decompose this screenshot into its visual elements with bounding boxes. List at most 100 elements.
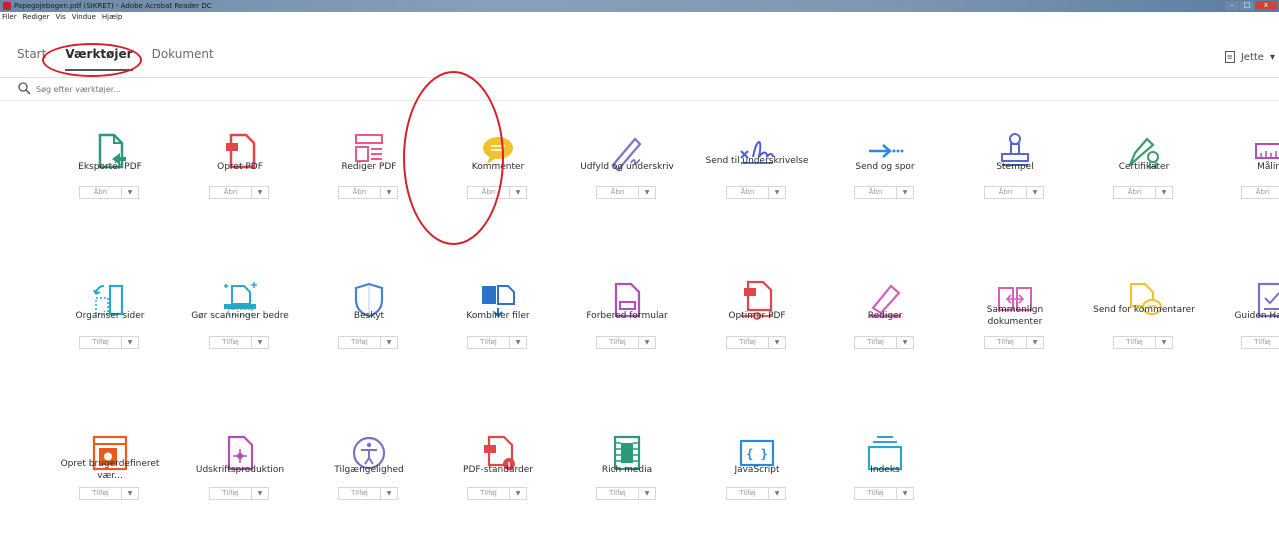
tool-tile[interactable]: Send til underskrivelse Åbn ▼	[692, 129, 822, 249]
chevron-down-icon[interactable]: ▼	[639, 187, 655, 198]
tool-action-label[interactable]: Tilføj	[468, 337, 510, 348]
chevron-down-icon[interactable]: ▼	[897, 337, 913, 348]
tool-action-label[interactable]: Tilføj	[339, 337, 381, 348]
tool-tile[interactable]: Rich media Tilføj ▼	[562, 431, 692, 551]
tool-tile[interactable]: Send og spor Åbn ▼	[820, 129, 950, 249]
chevron-down-icon[interactable]: ▼	[639, 488, 655, 499]
user-menu[interactable]: ≡ Jette ▾	[1224, 51, 1275, 63]
tool-open-button[interactable]: Åbn▼	[1113, 186, 1173, 199]
chevron-down-icon[interactable]: ▼	[1156, 187, 1172, 198]
tool-open-button[interactable]: Tilføj▼	[726, 487, 786, 500]
chevron-down-icon[interactable]: ▼	[122, 337, 138, 348]
tool-tile[interactable]: { } JavaScript Tilføj ▼	[692, 431, 822, 551]
tool-open-button[interactable]: Tilføj▼	[209, 336, 269, 349]
menu-filer[interactable]: Filer	[2, 12, 17, 23]
chevron-down-icon[interactable]: ▼	[769, 488, 785, 499]
menu-hjaelp[interactable]: Hjælp	[102, 12, 122, 23]
tool-action-label[interactable]: Tilføj	[855, 337, 897, 348]
tool-open-button[interactable]: Tilføj▼	[984, 336, 1044, 349]
tool-action-label[interactable]: Åbn	[1114, 187, 1156, 198]
close-button[interactable]: x	[1255, 1, 1277, 10]
chevron-down-icon[interactable]: ▼	[639, 337, 655, 348]
menu-vindue[interactable]: Vindue	[72, 12, 96, 23]
tool-action-label[interactable]: Tilføj	[80, 488, 122, 499]
tool-action-label[interactable]: Åbn	[855, 187, 897, 198]
chevron-down-icon[interactable]: ▼	[1027, 187, 1043, 198]
tool-open-button[interactable]: Tilføj▼	[596, 336, 656, 349]
tool-open-button[interactable]: Tilføj▼	[1113, 336, 1173, 349]
chevron-down-icon[interactable]: ▼	[897, 488, 913, 499]
chevron-down-icon[interactable]: ▼	[381, 488, 397, 499]
tool-action-label[interactable]: Tilføj	[210, 488, 252, 499]
tool-action-label[interactable]: Tilføj	[597, 488, 639, 499]
chevron-down-icon[interactable]: ▼	[1027, 337, 1043, 348]
tool-action-label[interactable]: Tilføj	[339, 488, 381, 499]
tool-tile[interactable]: Måling Åbn▼	[1207, 129, 1279, 249]
tool-open-button[interactable]: Åbn▼	[209, 186, 269, 199]
tool-open-button[interactable]: Tilføj▼	[726, 336, 786, 349]
tool-open-button[interactable]: Åbn▼	[79, 186, 139, 199]
chevron-down-icon[interactable]: ▼	[897, 187, 913, 198]
tool-open-button[interactable]: Tilføj▼	[209, 487, 269, 500]
tool-open-button[interactable]: Åbn▼	[338, 186, 398, 199]
tool-tile[interactable]: Indeks Tilføj ▼	[820, 431, 950, 551]
tool-tile[interactable]: Udskriftsproduktion Tilføj ▼	[175, 431, 305, 551]
tool-tile[interactable]: Opret brugerdefineret vær... Tilføj ▼	[45, 431, 175, 551]
tool-open-button[interactable]: Åbn▼	[854, 186, 914, 199]
tool-open-button[interactable]: Tilføj▼	[854, 487, 914, 500]
tool-tile[interactable]: Optimer PDF Tilføj ▼	[692, 278, 822, 398]
chevron-down-icon[interactable]: ▼	[381, 337, 397, 348]
tool-open-button[interactable]: Tilføj▼	[467, 487, 527, 500]
tool-tile[interactable]: Send for kommentarer Tilføj ▼	[1079, 278, 1209, 398]
tool-action-label[interactable]: Tilføj	[727, 337, 769, 348]
tool-action-label[interactable]: Åbn	[727, 187, 769, 198]
tool-open-button[interactable]: Tilføj▼	[338, 336, 398, 349]
tool-open-button[interactable]: Tilføj▼	[79, 336, 139, 349]
chevron-down-icon[interactable]: ▼	[1156, 337, 1172, 348]
tool-tile[interactable]: Stempel Åbn ▼	[950, 129, 1080, 249]
tool-tile[interactable]: Kombiner filer Tilføj ▼	[433, 278, 563, 398]
chevron-down-icon[interactable]: ▼	[381, 187, 397, 198]
tool-open-button[interactable]: Tilføj▼	[1241, 336, 1279, 349]
tool-tile[interactable]: Guiden Handling Tilføj▼	[1207, 278, 1279, 398]
tool-tile[interactable]: Opret PDF Åbn ▼	[175, 129, 305, 249]
tool-open-button[interactable]: Tilføj▼	[79, 487, 139, 500]
tool-tile[interactable]: Beskyt Tilføj ▼	[304, 278, 434, 398]
tool-open-button[interactable]: Tilføj▼	[338, 487, 398, 500]
tool-tile[interactable]: Gør scanninger bedre Tilføj ▼	[175, 278, 305, 398]
tool-tile[interactable]: Sammenlign dokumenter Tilføj ▼	[950, 278, 1080, 398]
tool-tile[interactable]: Certifikater Åbn ▼	[1079, 129, 1209, 249]
chevron-down-icon[interactable]: ▼	[252, 488, 268, 499]
tool-action-label[interactable]: Åbn	[210, 187, 252, 198]
tool-open-button[interactable]: Åbn▼	[596, 186, 656, 199]
chevron-down-icon[interactable]: ▼	[122, 488, 138, 499]
chevron-down-icon[interactable]: ▼	[510, 187, 526, 198]
tool-tile[interactable]: Rediger Tilføj ▼	[820, 278, 950, 398]
chevron-down-icon[interactable]: ▼	[769, 187, 785, 198]
tool-action-label[interactable]: Åbn	[1242, 187, 1279, 198]
tool-action-label[interactable]: Tilføj	[468, 488, 510, 499]
tool-open-button[interactable]: Åbn▼	[1241, 186, 1279, 199]
tool-tile[interactable]: PDF-standarder Tilføj ▼	[433, 431, 563, 551]
chevron-down-icon[interactable]: ▼	[769, 337, 785, 348]
tool-open-button[interactable]: Åbn▼	[984, 186, 1044, 199]
tool-action-label[interactable]: Tilføj	[210, 337, 252, 348]
menu-rediger[interactable]: Rediger	[23, 12, 50, 23]
tool-action-label[interactable]: Tilføj	[985, 337, 1027, 348]
tool-open-button[interactable]: Tilføj▼	[467, 336, 527, 349]
tool-action-label[interactable]: Tilføj	[1242, 337, 1279, 348]
tool-tile[interactable]: Forbered formular Tilføj ▼	[562, 278, 692, 398]
menu-vis[interactable]: Vis	[55, 12, 65, 23]
tool-open-button[interactable]: Åbn▼	[726, 186, 786, 199]
tool-open-button[interactable]: Tilføj▼	[596, 487, 656, 500]
chevron-down-icon[interactable]: ▼	[122, 187, 138, 198]
tool-action-label[interactable]: Åbn	[80, 187, 122, 198]
minimize-button[interactable]: –	[1225, 1, 1239, 10]
tool-action-label[interactable]: Åbn	[339, 187, 381, 198]
tool-action-label[interactable]: Tilføj	[855, 488, 897, 499]
tool-tile[interactable]: Eksportér PDF Åbn ▼	[45, 129, 175, 249]
chevron-down-icon[interactable]: ▼	[510, 337, 526, 348]
chevron-down-icon[interactable]: ▼	[510, 488, 526, 499]
tool-action-label[interactable]: Tilføj	[80, 337, 122, 348]
tool-action-label[interactable]: Tilføj	[1114, 337, 1156, 348]
